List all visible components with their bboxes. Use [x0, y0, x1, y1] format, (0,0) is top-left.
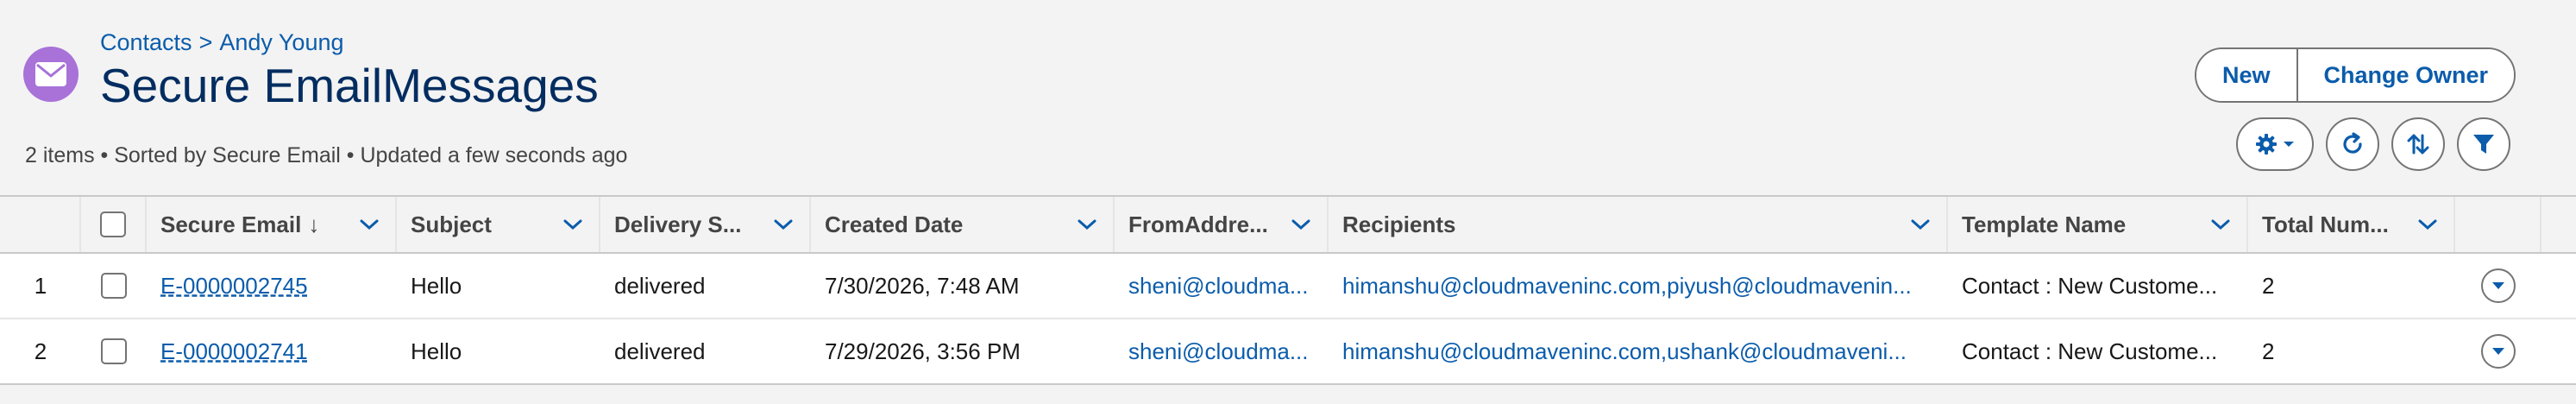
total-number-cell: 2	[2248, 254, 2455, 318]
row-number: 1	[34, 272, 47, 299]
chevron-down-icon[interactable]	[773, 218, 794, 231]
table-row: 2 E-0000002741 Hello delivered 7/29/2026…	[0, 319, 2576, 385]
created-date-text: 7/29/2026, 3:56 PM	[825, 338, 1021, 364]
secure-email-link[interactable]: E-0000002745	[160, 273, 308, 300]
from-address-cell: sheni@cloudma...	[1115, 254, 1329, 318]
column-header-subject[interactable]: Subject	[397, 197, 600, 252]
envelope-icon	[23, 47, 79, 102]
row-actions-button[interactable]	[2481, 268, 2516, 303]
select-all-checkbox[interactable]	[100, 211, 126, 237]
column-header-secure-email[interactable]: Secure Email ↓	[147, 197, 397, 252]
from-address-link[interactable]: sheni@cloudma...	[1128, 338, 1309, 365]
caret-down-icon	[2492, 282, 2504, 289]
column-label: Subject	[411, 211, 492, 237]
total-number-cell: 2	[2248, 319, 2455, 383]
total-number-text: 2	[2262, 338, 2275, 364]
from-address-cell: sheni@cloudma...	[1115, 319, 1329, 383]
column-header-delivery-status[interactable]: Delivery S...	[600, 197, 811, 252]
subject-cell: Hello	[397, 254, 600, 318]
column-header-template-name[interactable]: Template Name	[1948, 197, 2248, 252]
total-number-text: 2	[2262, 272, 2275, 299]
chevron-down-icon[interactable]	[2210, 218, 2231, 231]
list-view-header: Contacts > Andy Young Secure EmailMessages…	[0, 0, 2576, 195]
chevron-down-icon[interactable]	[562, 218, 583, 231]
chevron-down-icon[interactable]	[359, 218, 380, 231]
table-row: 1 E-0000002745 Hello delivered 7/30/2026…	[0, 254, 2576, 319]
breadcrumb-record-link[interactable]: Andy Young	[219, 29, 343, 55]
from-address-link[interactable]: sheni@cloudma...	[1128, 273, 1309, 300]
row-checkbox[interactable]	[101, 338, 127, 364]
breadcrumb-separator: >	[198, 29, 213, 55]
column-label: Total Num...	[2262, 211, 2389, 237]
action-button-group: New Change Owner	[2195, 47, 2516, 103]
gear-icon	[2256, 134, 2277, 155]
template-name-cell: Contact : New Custome...	[1948, 319, 2248, 383]
recipients-cell: himanshu@cloudmaveninc.com,piyush@cloudm…	[1329, 254, 1948, 318]
secure-email-cell: E-0000002741	[147, 319, 397, 383]
row-number: 2	[34, 338, 47, 364]
row-actions-cell	[2455, 319, 2541, 383]
column-header-total-number[interactable]: Total Num...	[2248, 197, 2455, 252]
row-checkbox[interactable]	[101, 273, 127, 299]
list-info: 2 items • Sorted by Secure Email • Updat…	[25, 143, 628, 167]
table-header-row: Secure Email ↓ Subject Delivery S... Cre…	[0, 197, 2576, 254]
row-select-cell	[81, 319, 147, 383]
subject-cell: Hello	[397, 319, 600, 383]
column-label: FromAddre...	[1128, 211, 1268, 237]
new-button[interactable]: New	[2196, 49, 2296, 101]
template-name-cell: Contact : New Custome...	[1948, 254, 2248, 318]
column-label: Delivery S...	[614, 211, 742, 237]
breadcrumb-contacts-link[interactable]: Contacts	[100, 29, 192, 55]
template-name-text: Contact : New Custome...	[1962, 272, 2218, 299]
subject-text: Hello	[411, 338, 462, 364]
created-date-text: 7/30/2026, 7:48 AM	[825, 272, 1020, 299]
refresh-button[interactable]	[2326, 117, 2379, 171]
list-view-controls	[2236, 117, 2510, 171]
filter-icon	[2473, 135, 2494, 154]
row-actions-button[interactable]	[2481, 334, 2516, 369]
subject-text: Hello	[411, 272, 462, 299]
refresh-icon	[2343, 132, 2362, 154]
delivery-status-text: delivered	[614, 338, 706, 364]
column-header-created-date[interactable]: Created Date	[811, 197, 1115, 252]
row-actions-cell	[2455, 254, 2541, 318]
page-title: Secure EmailMessages	[100, 59, 599, 112]
select-all-cell	[81, 197, 147, 252]
breadcrumb: Contacts > Andy Young	[100, 29, 344, 56]
actions-column-header	[2455, 197, 2541, 252]
secure-email-cell: E-0000002745	[147, 254, 397, 318]
row-number-header	[0, 197, 81, 252]
delivery-status-cell: delivered	[600, 319, 811, 383]
chevron-down-icon[interactable]	[1910, 218, 1931, 231]
filter-button[interactable]	[2457, 117, 2510, 171]
column-label: Secure Email	[160, 211, 302, 237]
secure-email-link[interactable]: E-0000002741	[160, 338, 308, 365]
column-label: Template Name	[1962, 211, 2127, 237]
sort-button[interactable]	[2391, 117, 2445, 171]
column-label: Created Date	[825, 211, 964, 237]
records-table: Secure Email ↓ Subject Delivery S... Cre…	[0, 195, 2576, 387]
template-name-text: Contact : New Custome...	[1962, 338, 2218, 364]
recipients-cell: himanshu@cloudmaveninc.com,ushank@cloudm…	[1329, 319, 1948, 383]
delivery-status-cell: delivered	[600, 254, 811, 318]
caret-down-icon	[2284, 142, 2294, 147]
recipients-link[interactable]: himanshu@cloudmaveninc.com,ushank@cloudm…	[1342, 338, 1907, 365]
chevron-down-icon[interactable]	[2417, 218, 2438, 231]
change-owner-button[interactable]: Change Owner	[2296, 49, 2515, 101]
chevron-down-icon[interactable]	[1291, 218, 1311, 231]
recipients-link[interactable]: himanshu@cloudmaveninc.com,piyush@cloudm…	[1342, 273, 1912, 300]
caret-down-icon	[2492, 348, 2504, 355]
delivery-status-text: delivered	[614, 272, 706, 299]
created-date-cell: 7/29/2026, 3:56 PM	[811, 319, 1115, 383]
list-settings-button[interactable]	[2236, 117, 2314, 171]
sort-icon	[2407, 134, 2429, 155]
row-select-cell	[81, 254, 147, 318]
column-header-recipients[interactable]: Recipients	[1329, 197, 1948, 252]
chevron-down-icon[interactable]	[1077, 218, 1097, 231]
column-header-from-address[interactable]: FromAddre...	[1115, 197, 1329, 252]
created-date-cell: 7/30/2026, 7:48 AM	[811, 254, 1115, 318]
sort-arrow-icon: ↓	[308, 211, 320, 237]
column-label: Recipients	[1342, 211, 1456, 237]
